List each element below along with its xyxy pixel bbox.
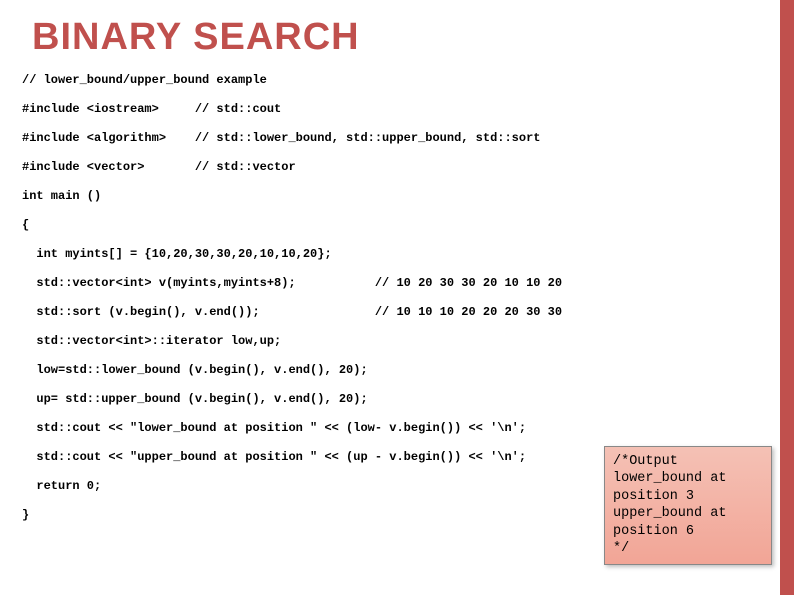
code-line: { <box>22 218 766 233</box>
code-line: std::sort (v.begin(), v.end()); // 10 10… <box>22 305 766 320</box>
code-line: int main () <box>22 189 766 204</box>
code-line: std::vector<int> v(myints,myints+8); // … <box>22 276 766 291</box>
code-line: #include <algorithm> // std::lower_bound… <box>22 131 766 146</box>
output-line: lower_bound at <box>613 470 763 488</box>
code-line: #include <iostream> // std::cout <box>22 102 766 117</box>
code-line: #include <vector> // std::vector <box>22 160 766 175</box>
output-line: position 6 <box>613 523 763 541</box>
output-line: upper_bound at <box>613 505 763 523</box>
code-line: up= std::upper_bound (v.begin(), v.end()… <box>22 392 766 407</box>
code-line: int myints[] = {10,20,30,30,20,10,10,20}… <box>22 247 766 262</box>
code-line: std::cout << "lower_bound at position " … <box>22 421 766 436</box>
code-line: low=std::lower_bound (v.begin(), v.end()… <box>22 363 766 378</box>
output-line: position 3 <box>613 488 763 506</box>
accent-stripe <box>780 0 794 595</box>
output-box: /*Output lower_bound at position 3 upper… <box>604 446 772 565</box>
code-line: std::vector<int>::iterator low,up; <box>22 334 766 349</box>
output-line: */ <box>613 540 763 558</box>
output-line: /*Output <box>613 453 763 471</box>
code-line: // lower_bound/upper_bound example <box>22 73 766 88</box>
slide-title: BINARY SEARCH <box>32 16 766 59</box>
